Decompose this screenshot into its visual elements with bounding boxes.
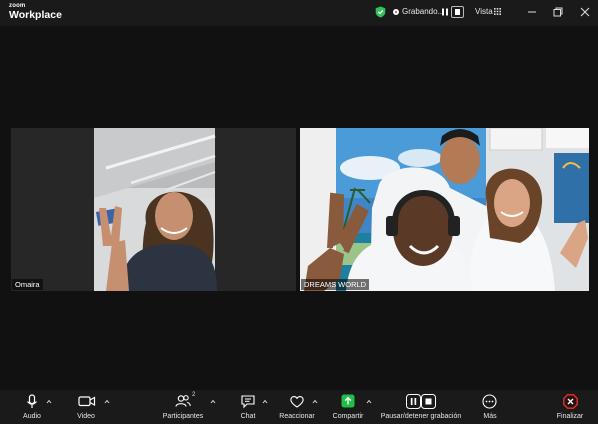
more-button[interactable]: Más: [478, 390, 502, 424]
participant-video-tile[interactable]: Omaira: [11, 128, 296, 291]
restore-icon[interactable]: [552, 6, 564, 18]
zoom-workplace-logo: zoom Workplace: [9, 3, 62, 21]
encryption-shield-icon[interactable]: [375, 6, 386, 18]
meeting-controls-toolbar: Audio Video 2 Participantes Chat Reaccio…: [0, 390, 598, 424]
microphone-icon: [27, 394, 37, 408]
grid-view-icon[interactable]: [494, 8, 501, 15]
end-label: Finalizar: [556, 413, 584, 420]
recording-controls-icon: [406, 394, 436, 409]
video-camera-icon: [78, 396, 96, 407]
share-screen-icon: [341, 394, 355, 408]
participant-video-tile[interactable]: DREAMS WORLD: [300, 128, 589, 291]
audio-label: Audio: [23, 413, 41, 420]
participant-video-feed-image: [300, 128, 589, 291]
participant-name-label: Omaira: [12, 279, 43, 290]
title-bar: zoom Workplace Grabando... Vista: [0, 0, 598, 26]
chat-options-chevron-up-icon[interactable]: [262, 399, 268, 404]
share-screen-button[interactable]: Compartir: [330, 390, 366, 424]
audio-options-chevron-up-icon[interactable]: [46, 399, 52, 404]
video-options-chevron-up-icon[interactable]: [104, 399, 110, 404]
share-label: Compartir: [332, 413, 364, 420]
participant-video-feed-image: [11, 128, 296, 291]
react-label: Reaccionar: [279, 413, 315, 420]
pause-stop-recording-button[interactable]: Pausar/detener grabación: [381, 390, 461, 424]
stop-icon: [455, 9, 460, 15]
participants-count-badge: 2: [192, 392, 196, 398]
participants-label: Participantes: [162, 413, 204, 420]
brand-name: Workplace: [9, 9, 62, 21]
participant-name-label: DREAMS WORLD: [301, 279, 370, 290]
participants-button[interactable]: 2 Participantes: [160, 390, 206, 424]
chat-label: Chat: [240, 413, 256, 420]
recording-status-label: Grabando...: [402, 7, 445, 16]
record-controls-label: Pausar/detener grabación: [380, 413, 462, 420]
chat-bubble-icon: [241, 395, 255, 409]
more-label: Más: [483, 413, 497, 420]
recording-indicator-icon: [393, 9, 399, 15]
react-options-chevron-up-icon[interactable]: [312, 399, 318, 404]
heart-reaction-icon: [290, 396, 304, 408]
chat-button[interactable]: Chat: [236, 390, 260, 424]
participants-options-chevron-up-icon[interactable]: [210, 399, 216, 404]
more-options-icon: [482, 394, 497, 409]
video-stage: Omaira DREAMS WORLD: [0, 26, 598, 390]
video-button[interactable]: Video: [72, 390, 102, 424]
end-meeting-icon: [563, 394, 578, 409]
view-menu-label[interactable]: Vista: [475, 7, 493, 16]
minimize-icon[interactable]: [526, 6, 538, 18]
share-options-chevron-up-icon[interactable]: [366, 399, 372, 404]
audio-button[interactable]: Audio: [18, 390, 46, 424]
close-icon[interactable]: [579, 6, 591, 18]
end-meeting-button[interactable]: Finalizar: [554, 390, 586, 424]
video-label: Video: [77, 413, 95, 420]
pause-recording-icon[interactable]: [440, 7, 450, 17]
react-button[interactable]: Reaccionar: [278, 390, 316, 424]
stop-recording-button[interactable]: [451, 6, 464, 18]
participants-icon: [175, 395, 191, 407]
